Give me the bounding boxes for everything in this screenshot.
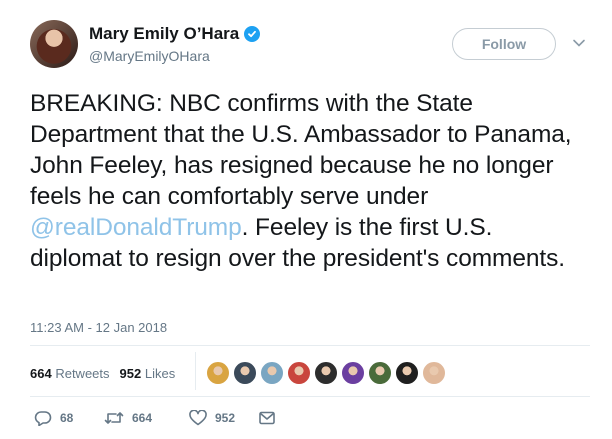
liker-avatar[interactable] [368,361,392,385]
tweet-actions: 68 664 952 [34,410,279,426]
author-avatar[interactable] [30,20,78,68]
like-count: 952 [215,411,236,425]
retweet-button[interactable]: 664 [104,410,189,426]
liker-avatar[interactable] [395,361,419,385]
reply-count: 68 [60,411,74,425]
liker-avatar[interactable] [341,361,365,385]
author-name-row: Mary Emily O’Hara [89,24,261,44]
chevron-down-icon[interactable] [572,36,586,50]
tweet-text: BREAKING: NBC confirms with the State De… [30,88,590,274]
likes-stat[interactable]: 952 Likes [120,366,176,381]
liker-avatars [206,361,446,385]
follow-button[interactable]: Follow [452,28,556,60]
retweets-count: 664 [30,366,52,381]
like-button[interactable]: 952 [189,410,259,426]
liker-avatar[interactable] [260,361,284,385]
liker-avatar[interactable] [287,361,311,385]
verified-badge-icon [244,26,261,42]
likes-count: 952 [119,366,142,381]
retweet-icon [104,410,124,426]
liker-avatar[interactable] [233,361,257,385]
reply-icon [34,410,52,426]
likes-label: Likes [144,366,176,381]
reply-button[interactable]: 68 [34,410,104,426]
direct-message-button[interactable] [259,411,279,425]
author-display-name[interactable]: Mary Emily O’Hara [89,24,239,44]
retweets-label: Retweets [55,366,110,381]
tweet-timestamp[interactable]: 11:23 AM - 12 Jan 2018 [30,320,167,335]
envelope-icon [259,411,275,425]
author-handle[interactable]: @MaryEmilyOHara [89,48,210,64]
liker-avatar[interactable] [314,361,338,385]
divider-bottom [30,396,590,397]
engagement-stats: 664 Retweets 952 Likes [30,366,175,381]
liker-avatar[interactable] [422,361,446,385]
divider-top [30,345,590,346]
retweet-count: 664 [132,411,153,425]
stats-separator [195,352,196,390]
mention-link[interactable]: @realDonaldTrump [30,214,242,241]
liker-avatar[interactable] [206,361,230,385]
retweets-stat[interactable]: 664 Retweets [30,366,110,381]
tweet-text-before: BREAKING: NBC confirms with the State De… [30,90,572,210]
heart-icon [189,410,207,426]
